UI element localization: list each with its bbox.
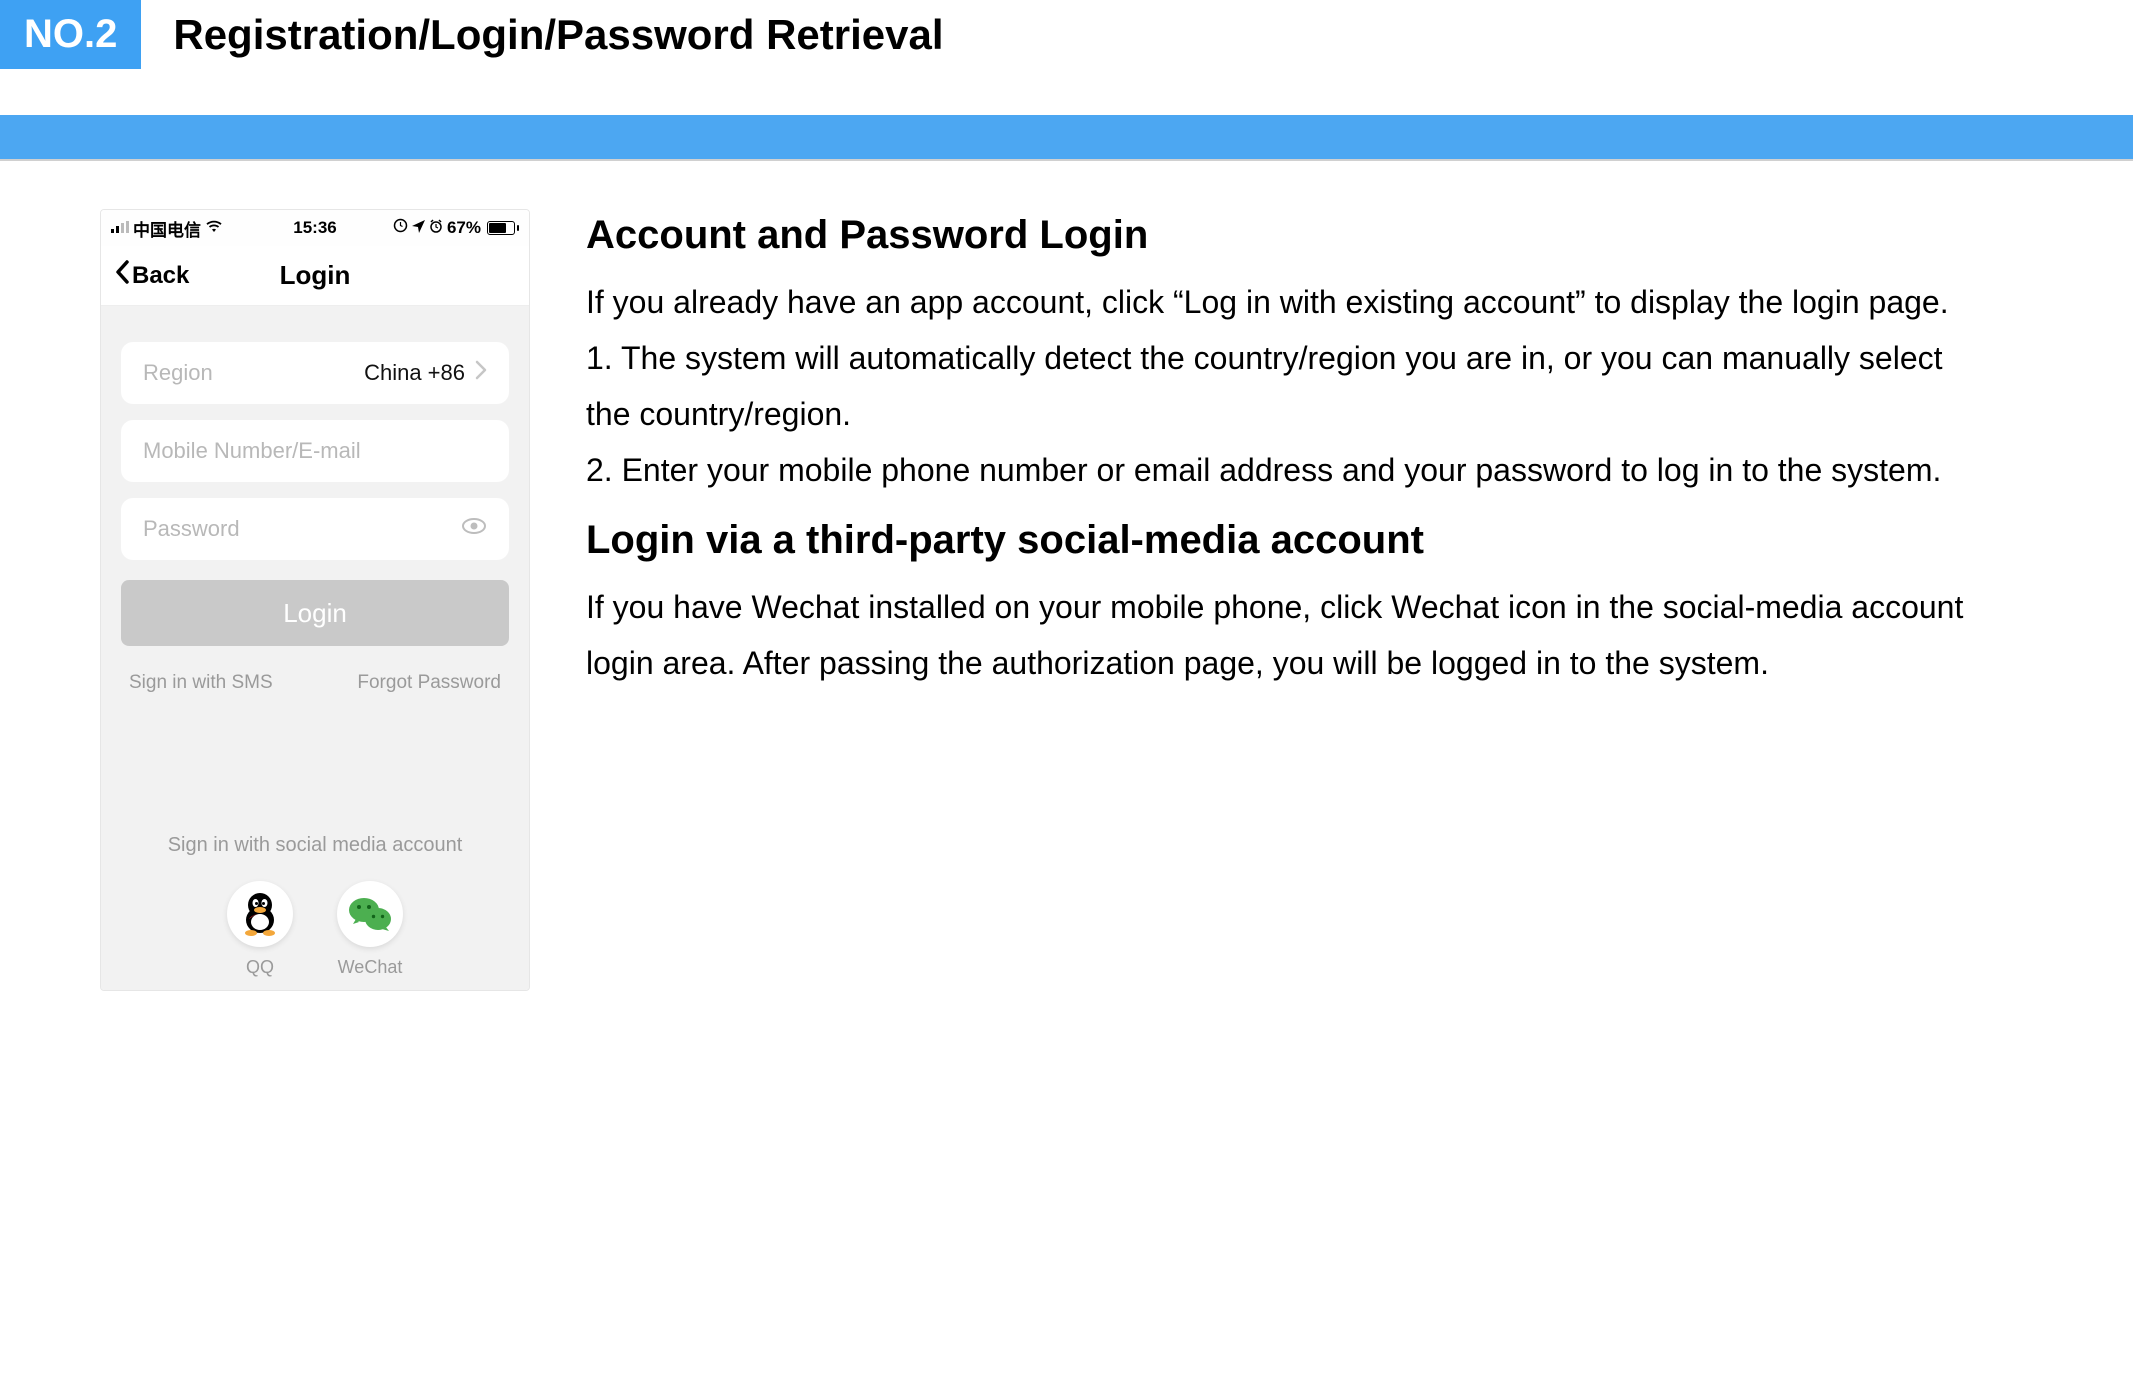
qq-label: QQ — [246, 957, 274, 978]
forgot-password-link[interactable]: Forgot Password — [357, 672, 501, 694]
carrier-label: 中国电信 — [133, 216, 201, 241]
aux-links: Sign in with SMS Forgot Password — [121, 672, 509, 694]
section-number-badge: NO.2 — [0, 0, 141, 69]
region-label: Region — [143, 360, 213, 386]
back-label: Back — [132, 262, 189, 290]
password-input[interactable]: Password — [121, 498, 509, 560]
login-form: Region China +86 Mobile Number/E-mail Pa… — [101, 306, 529, 714]
heading-thirdparty-login: Login via a third-party social-media acc… — [586, 518, 1966, 563]
header-row: NO.2 Registration/Login/Password Retriev… — [0, 0, 2133, 69]
wechat-login[interactable]: WeChat — [337, 881, 403, 978]
sms-login-link[interactable]: Sign in with SMS — [129, 672, 273, 694]
desc-paragraph-1: If you already have an app account, clic… — [586, 274, 1966, 330]
account-placeholder: Mobile Number/E-mail — [143, 438, 361, 464]
account-input[interactable]: Mobile Number/E-mail — [121, 420, 509, 482]
alarm-icon — [429, 218, 443, 238]
battery-icon — [485, 221, 519, 235]
signal-icon — [111, 218, 129, 238]
battery-percent: 67% — [447, 218, 481, 238]
back-button[interactable]: Back — [115, 260, 189, 291]
chevron-right-icon — [475, 359, 487, 387]
phone-mockup: 中国电信 15:36 — [100, 209, 530, 991]
login-button[interactable]: Login — [121, 580, 509, 646]
chevron-left-icon — [115, 260, 130, 291]
divider-bar — [0, 115, 2133, 161]
nav-bar: Back Login — [101, 246, 529, 306]
status-bar-left: 中国电信 — [111, 216, 223, 241]
region-selector[interactable]: Region China +86 — [121, 342, 509, 404]
orientation-lock-icon — [393, 218, 408, 238]
description-column: Account and Password Login If you alread… — [586, 209, 1966, 991]
wechat-icon — [337, 881, 403, 947]
status-bar-time: 15:36 — [293, 218, 336, 238]
heading-account-login: Account and Password Login — [586, 213, 1966, 258]
page-title: Registration/Login/Password Retrieval — [173, 11, 943, 59]
status-bar: 中国电信 15:36 — [101, 210, 529, 246]
desc-paragraph-4: If you have Wechat installed on your mob… — [586, 579, 1966, 691]
wechat-label: WeChat — [338, 957, 403, 978]
wifi-icon — [205, 218, 223, 238]
social-icons-row: QQ W — [101, 881, 529, 978]
content-area: 中国电信 15:36 — [0, 161, 2133, 991]
social-title: Sign in with social media account — [101, 834, 529, 857]
desc-paragraph-2: 1. The system will automatically detect … — [586, 330, 1966, 442]
region-value: China +86 — [364, 360, 465, 386]
password-placeholder: Password — [143, 516, 240, 542]
region-value-wrap: China +86 — [364, 359, 487, 387]
nav-title: Login — [280, 260, 351, 291]
status-bar-right: 67% — [393, 218, 519, 238]
social-login-area: Sign in with social media account — [101, 714, 529, 990]
eye-icon[interactable] — [461, 513, 487, 545]
location-icon — [412, 218, 425, 238]
qq-login[interactable]: QQ — [227, 881, 293, 978]
qq-icon — [227, 881, 293, 947]
desc-paragraph-3: 2. Enter your mobile phone number or ema… — [586, 442, 1966, 498]
